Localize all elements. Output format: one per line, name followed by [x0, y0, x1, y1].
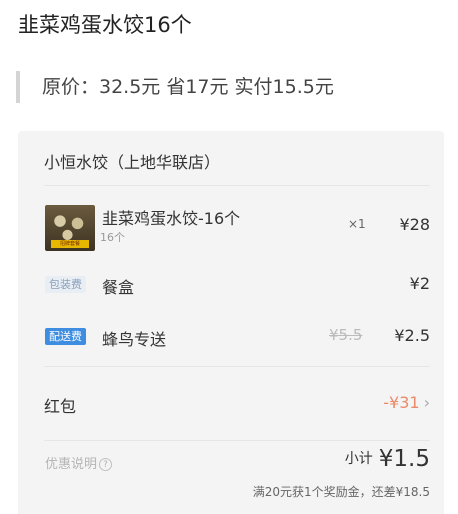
- chevron-right-icon: ›: [423, 393, 430, 412]
- discount-info-link[interactable]: 优惠说明?: [45, 453, 113, 472]
- reward-note: 满20元获1个奖励金，还差¥18.5: [252, 485, 430, 499]
- dumpling-image: 招牌套餐: [45, 205, 95, 251]
- divider: [44, 440, 430, 441]
- page-title: 韭菜鸡蛋水饺16个: [18, 13, 192, 37]
- item-quantity: ×1: [348, 217, 366, 231]
- price-summary: 原价：32.5元 省17元 实付15.5元: [16, 71, 334, 103]
- packaging-badge: 包装费: [45, 276, 86, 293]
- subtotal-label: 小计: [344, 451, 373, 467]
- delivery-badge: 配送费: [45, 328, 86, 345]
- hongbao-label: 红包: [44, 397, 77, 416]
- item-price: ¥28: [399, 215, 430, 234]
- shop-name[interactable]: 小恒水饺（上地华联店）: [44, 149, 220, 173]
- subtotal: 小计 ¥1.5: [345, 446, 430, 472]
- item-name: 韭菜鸡蛋水饺-16个: [102, 209, 241, 228]
- question-icon: ?: [99, 458, 113, 471]
- divider: [44, 366, 430, 367]
- order-card: 小恒水饺（上地华联店） 招牌套餐 韭菜鸡蛋水饺-16个 16个 ×1 ¥28 包…: [18, 131, 444, 514]
- discount-info-label: 优惠说明: [45, 457, 98, 472]
- image-tag: 招牌套餐: [51, 240, 89, 248]
- hongbao-row[interactable]: -¥31 ›: [383, 393, 430, 412]
- packaging-price: ¥2: [409, 274, 430, 293]
- item-spec: 16个: [100, 231, 125, 244]
- hongbao-value: -¥31: [383, 393, 420, 412]
- delivery-original-price: ¥5.5: [329, 326, 363, 344]
- delivery-price: ¥2.5: [394, 326, 430, 345]
- divider: [44, 185, 430, 186]
- delivery-label: 蜂鸟专送: [102, 330, 167, 349]
- subtotal-value: ¥1.5: [378, 446, 430, 472]
- packaging-label: 餐盒: [102, 278, 135, 297]
